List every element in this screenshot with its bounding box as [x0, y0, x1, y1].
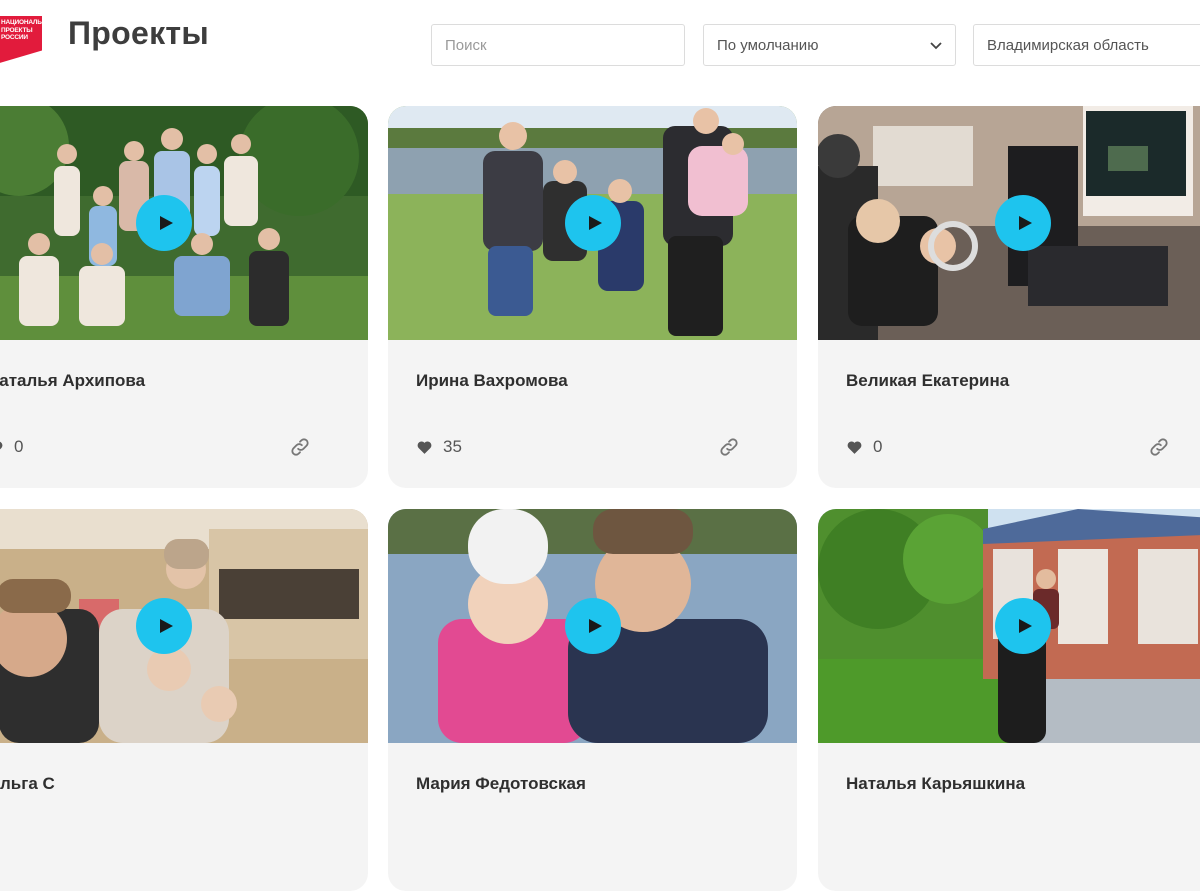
like-count: 0: [873, 437, 883, 456]
project-card[interactable]: Ирина Вахромова 35: [388, 106, 797, 488]
project-card[interactable]: Наталья Карьяшкина: [818, 509, 1200, 891]
link-icon: [1150, 438, 1168, 456]
play-icon: [588, 216, 602, 230]
play-button[interactable]: [136, 195, 192, 251]
link-icon: [291, 438, 309, 456]
video-thumbnail[interactable]: [388, 509, 797, 743]
video-thumbnail[interactable]: [818, 509, 1200, 743]
sort-select-value: По умолчанию: [717, 36, 819, 54]
author-name[interactable]: Великая Екатерина: [846, 371, 1009, 391]
share-link-button[interactable]: [289, 436, 311, 458]
logo-line-1: НАЦИОНАЛЬНЫЕ: [1, 19, 57, 26]
sort-select[interactable]: По умолчанию: [703, 24, 956, 66]
video-thumbnail[interactable]: [0, 509, 368, 743]
region-select-value: Владимирская область: [987, 36, 1149, 54]
play-button[interactable]: [565, 195, 621, 251]
chevron-down-icon: [930, 42, 942, 50]
author-name[interactable]: Ольга С: [0, 774, 55, 794]
author-name[interactable]: Мария Федотовская: [416, 774, 586, 794]
link-icon: [720, 438, 738, 456]
region-select[interactable]: Владимирская область: [973, 24, 1200, 66]
play-icon: [1018, 619, 1032, 633]
project-card[interactable]: Наталья Архипова 0: [0, 106, 368, 488]
page-header: НАЦИОНАЛЬНЫЕ ПРОЕКТЫ РОССИИ Проекты По у…: [0, 0, 1200, 90]
project-card[interactable]: Великая Екатерина 0: [818, 106, 1200, 488]
page-title: Проекты: [68, 15, 210, 51]
play-icon: [588, 619, 602, 633]
heart-icon: [0, 441, 3, 449]
search-input[interactable]: [445, 36, 684, 54]
share-link-button[interactable]: [1148, 436, 1170, 458]
play-button[interactable]: [565, 598, 621, 654]
author-name[interactable]: Наталья Архипова: [0, 371, 145, 391]
video-thumbnail[interactable]: [0, 106, 368, 340]
video-thumbnail[interactable]: [388, 106, 797, 340]
search-box[interactable]: [431, 24, 685, 66]
like-counter[interactable]: 0: [846, 437, 882, 457]
logo-line-3: РОССИИ: [1, 34, 28, 41]
logo-line-2: ПРОЕКТЫ: [1, 26, 33, 34]
play-button[interactable]: [995, 195, 1051, 251]
heart-icon: [847, 440, 862, 454]
project-card[interactable]: Мария Федотовская: [388, 509, 797, 891]
play-button[interactable]: [136, 598, 192, 654]
heart-icon: [417, 440, 432, 454]
like-count: 35: [443, 437, 462, 456]
like-counter[interactable]: 0: [0, 437, 23, 457]
play-button[interactable]: [995, 598, 1051, 654]
share-link-button[interactable]: [718, 436, 740, 458]
like-counter[interactable]: 35: [416, 437, 462, 457]
author-name[interactable]: Ирина Вахромова: [416, 371, 568, 391]
play-icon: [159, 619, 173, 633]
video-thumbnail[interactable]: [818, 106, 1200, 340]
play-icon: [1018, 216, 1032, 230]
national-projects-logo[interactable]: НАЦИОНАЛЬНЫЕ ПРОЕКТЫ РОССИИ: [0, 16, 42, 64]
author-name[interactable]: Наталья Карьяшкина: [846, 774, 1025, 794]
play-icon: [159, 216, 173, 230]
project-card[interactable]: Ольга С: [0, 509, 368, 891]
like-count: 0: [14, 437, 24, 456]
